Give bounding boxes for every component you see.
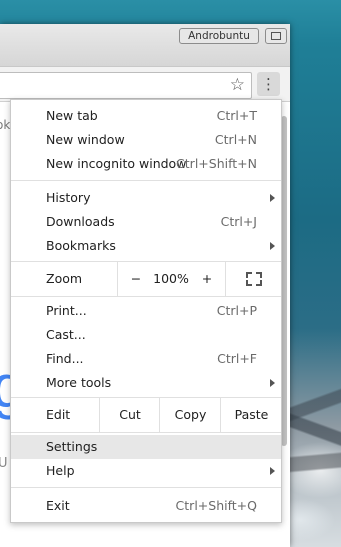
menu-item-downloads[interactable]: Downloads Ctrl+J <box>11 210 281 234</box>
menu-divider <box>11 487 281 488</box>
menu-item-settings[interactable]: Settings <box>11 435 281 459</box>
menu-divider <box>11 180 281 181</box>
menu-zoom-row: Zoom − 100% + <box>11 262 281 296</box>
menu-item-exit[interactable]: Exit Ctrl+Shift+Q <box>11 494 281 518</box>
chrome-menu: New tab Ctrl+T New window Ctrl+N New inc… <box>10 99 282 523</box>
window-title-badge: Androbuntu <box>179 28 259 44</box>
submenu-arrow-icon <box>270 194 275 202</box>
menu-item-cast[interactable]: Cast... <box>11 323 281 347</box>
star-outline-icon[interactable]: ☆ <box>230 75 245 95</box>
submenu-arrow-icon <box>270 467 275 475</box>
menu-item-new-tab[interactable]: New tab Ctrl+T <box>11 104 281 128</box>
menu-divider <box>11 296 281 297</box>
address-bar[interactable]: ☆ <box>0 72 252 99</box>
fullscreen-icon <box>246 272 262 286</box>
zoom-in-button[interactable]: + <box>189 262 225 296</box>
fullscreen-button[interactable] <box>225 262 282 296</box>
submenu-arrow-icon <box>270 379 275 387</box>
menu-item-bookmarks[interactable]: Bookmarks <box>11 234 281 258</box>
zoom-level: 100% <box>153 271 189 286</box>
three-dot-vertical-icon[interactable]: ⋮ <box>257 72 280 96</box>
page-text-fragment-bottom: U <box>0 456 8 471</box>
browser-toolbar: ☆ ⋮ <box>0 67 290 102</box>
mountain-scenery <box>285 340 341 547</box>
menu-item-find[interactable]: Find... Ctrl+F <box>11 347 281 371</box>
maximize-button[interactable] <box>265 28 287 44</box>
paste-button[interactable]: Paste <box>220 398 282 432</box>
menu-item-new-incognito-window[interactable]: New incognito window Ctrl+Shift+N <box>11 152 281 176</box>
menu-item-new-window[interactable]: New window Ctrl+N <box>11 128 281 152</box>
zoom-out-button[interactable]: − <box>117 262 154 296</box>
window-titlebar[interactable]: Androbuntu <box>0 24 290 67</box>
copy-button[interactable]: Copy <box>159 398 221 432</box>
menu-divider <box>11 432 281 433</box>
menu-item-help[interactable]: Help <box>11 459 281 483</box>
cut-button[interactable]: Cut <box>99 398 160 432</box>
menu-item-history[interactable]: History <box>11 186 281 210</box>
menu-edit-row: Edit Cut Copy Paste <box>11 398 281 432</box>
submenu-arrow-icon <box>270 242 275 250</box>
maximize-icon <box>271 32 281 40</box>
page-text-fragment: ok <box>0 118 11 132</box>
menu-item-more-tools[interactable]: More tools <box>11 371 281 395</box>
menu-item-print[interactable]: Print... Ctrl+P <box>11 299 281 323</box>
